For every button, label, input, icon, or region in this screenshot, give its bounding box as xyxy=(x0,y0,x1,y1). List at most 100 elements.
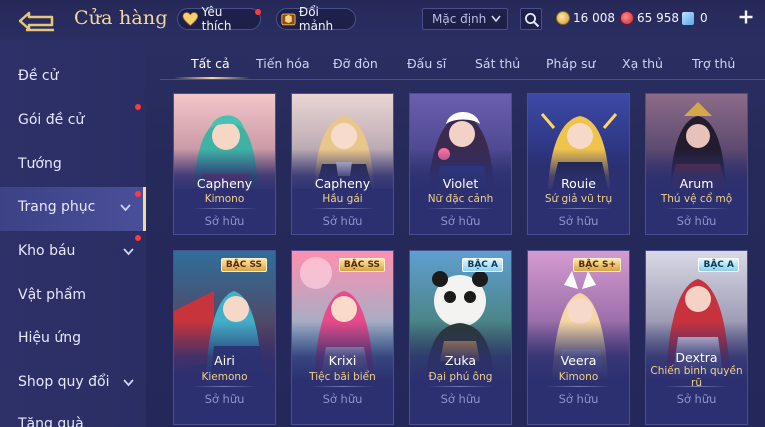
sidebar-item-featured[interactable]: Đề cử xyxy=(0,56,146,100)
card-divider xyxy=(310,208,375,209)
gold-amount: 16 008 xyxy=(573,11,615,25)
chevron-down-icon xyxy=(123,379,134,387)
notification-dot xyxy=(135,191,141,197)
chevron-down-icon xyxy=(123,248,134,256)
sidebar-item-items[interactable]: Vật phẩm xyxy=(0,275,146,319)
skin-name: Tiệc bãi biển xyxy=(309,371,376,383)
category-tabs: Tất cả Tiến hóa Đỡ đòn Đấu sĩ Sát thủ Ph… xyxy=(160,50,765,80)
skin-name: Kimono xyxy=(558,371,599,383)
shards-label: Đổi mảnh xyxy=(298,5,334,33)
owned-status: Sở hữu xyxy=(676,392,717,406)
skin-card[interactable]: BẬC SS Airi Kiemono Sở hữu xyxy=(173,250,276,425)
tab-support[interactable]: Trợ thủ xyxy=(692,56,735,71)
skin-name: Kiemono xyxy=(201,371,248,383)
skin-card[interactable]: BẬC A Dextra Chiến binh quyền rũ Sở hữu xyxy=(645,250,748,425)
notification-dot xyxy=(255,9,261,15)
skin-card[interactable]: Violet Nữ đặc cảnh Sở hữu xyxy=(409,93,512,235)
tab-assassin[interactable]: Sát thủ xyxy=(475,56,520,71)
card-divider xyxy=(428,208,493,209)
owned-status: Sở hữu xyxy=(440,214,481,228)
tier-badge: BẬC SS xyxy=(220,258,267,272)
hero-name: Arum xyxy=(679,176,714,191)
gold-coin-icon xyxy=(556,11,570,25)
owned-status: Sở hữu xyxy=(440,392,481,406)
tabs-divider xyxy=(160,79,765,80)
skin-card[interactable]: Capheny Kimono Sở hữu xyxy=(173,93,276,235)
card-divider xyxy=(310,386,375,387)
sidebar-item-label: Tặng quà xyxy=(18,416,84,427)
back-button[interactable] xyxy=(16,10,58,32)
owned-status: Sở hữu xyxy=(558,392,599,406)
sidebar-item-treasure[interactable]: Kho báu xyxy=(0,231,146,275)
card-divider xyxy=(192,208,257,209)
shard-chest-icon xyxy=(281,13,296,26)
skin-name: Sứ giả vũ trụ xyxy=(544,193,613,205)
skin-card[interactable]: Arum Thú vệ cổ mộ Sở hữu xyxy=(645,93,748,235)
skin-card[interactable]: BẬC SS Krixi Tiệc bãi biển Sở hữu xyxy=(291,250,394,425)
tier-badge: BẬC SS xyxy=(338,258,385,272)
skin-grid: Capheny Kimono Sở hữu Capheny Hầu gái Sở… xyxy=(173,93,765,427)
favorites-button[interactable]: Yêu thích xyxy=(177,5,261,33)
voucher-balance: 0 xyxy=(682,9,708,27)
skin-name: Nữ đặc cảnh xyxy=(427,193,494,205)
tier-badge: BẬC S+ xyxy=(573,258,621,272)
ruby-amount: 65 958 xyxy=(637,11,679,25)
sort-value: Mặc định xyxy=(432,12,487,26)
tab-marksman[interactable]: Xạ thủ xyxy=(622,56,663,71)
hero-name: Dextra xyxy=(675,350,718,365)
search-button[interactable] xyxy=(520,8,542,30)
skin-name: Đại phú ông xyxy=(428,371,493,383)
tab-tank[interactable]: Đỡ đòn xyxy=(333,56,378,71)
gold-balance: 16 008 xyxy=(556,9,615,27)
tab-all[interactable]: Tất cả xyxy=(191,56,230,71)
hero-name: Capheny xyxy=(314,176,371,191)
sidebar-item-featured-packs[interactable]: Gói đề cử xyxy=(0,100,146,144)
hero-name: Capheny xyxy=(196,176,253,191)
exchange-shards-button[interactable]: Đổi mảnh xyxy=(276,5,356,33)
hero-name: Krixi xyxy=(328,353,357,368)
card-divider xyxy=(664,386,729,387)
sidebar-item-gifts[interactable]: Tặng quà xyxy=(0,404,146,427)
top-bar: Cửa hàng Yêu thích Đổi mảnh Mặc định 16 … xyxy=(0,0,765,40)
card-divider xyxy=(428,386,493,387)
heart-icon xyxy=(182,12,199,26)
chevron-down-icon xyxy=(120,204,131,212)
skin-card[interactable]: BẬC S+ Veera Kimono Sở hữu xyxy=(527,250,630,425)
top-up-button[interactable] xyxy=(738,9,754,25)
sidebar-item-effects[interactable]: Hiệu ứng xyxy=(0,318,146,362)
skin-name: Kimono xyxy=(204,193,245,205)
sidebar-item-skins[interactable]: Trang phục xyxy=(0,187,146,231)
sidebar-item-heroes[interactable]: Tướng xyxy=(0,144,146,188)
notification-dot xyxy=(135,104,141,110)
card-divider xyxy=(546,386,611,387)
owned-status: Sở hữu xyxy=(558,214,599,228)
page-title: Cửa hàng xyxy=(74,7,168,29)
hero-name: Zuka xyxy=(444,353,477,368)
tab-evolution[interactable]: Tiến hóa xyxy=(256,56,310,71)
tab-fighter[interactable]: Đấu sĩ xyxy=(407,56,446,71)
owned-status: Sở hữu xyxy=(676,214,717,228)
skin-name: Hầu gái xyxy=(322,193,363,205)
sidebar-item-label: Tướng xyxy=(18,156,62,172)
search-icon xyxy=(525,13,540,28)
skin-card[interactable]: Capheny Hầu gái Sở hữu xyxy=(291,93,394,235)
sidebar-item-label: Kho báu xyxy=(18,243,76,259)
voucher-icon xyxy=(682,11,694,25)
plus-icon xyxy=(739,10,753,24)
sidebar-item-label: Gói đề cử xyxy=(18,112,85,128)
sidebar-item-exchange-shop[interactable]: Shop quy đổi xyxy=(0,362,146,406)
sidebar-item-label: Đề cử xyxy=(18,68,59,84)
hero-name: Violet xyxy=(442,176,479,191)
sort-dropdown[interactable]: Mặc định xyxy=(422,8,508,30)
hero-name: Veera xyxy=(560,353,597,368)
skin-name: Thú vệ cổ mộ xyxy=(660,193,733,205)
skin-card[interactable]: BẬC A Zuka Đại phú ông Sở hữu xyxy=(409,250,512,425)
tab-mage[interactable]: Pháp sư xyxy=(546,56,595,71)
chevron-down-icon xyxy=(491,15,501,23)
sidebar-item-label: Shop quy đổi xyxy=(18,374,110,390)
skin-card[interactable]: Rouie Sứ giả vũ trụ Sở hữu xyxy=(527,93,630,235)
card-divider xyxy=(664,208,729,209)
owned-status: Sở hữu xyxy=(322,392,363,406)
favorites-label: Yêu thích xyxy=(201,5,232,33)
ruby-icon xyxy=(620,11,634,25)
